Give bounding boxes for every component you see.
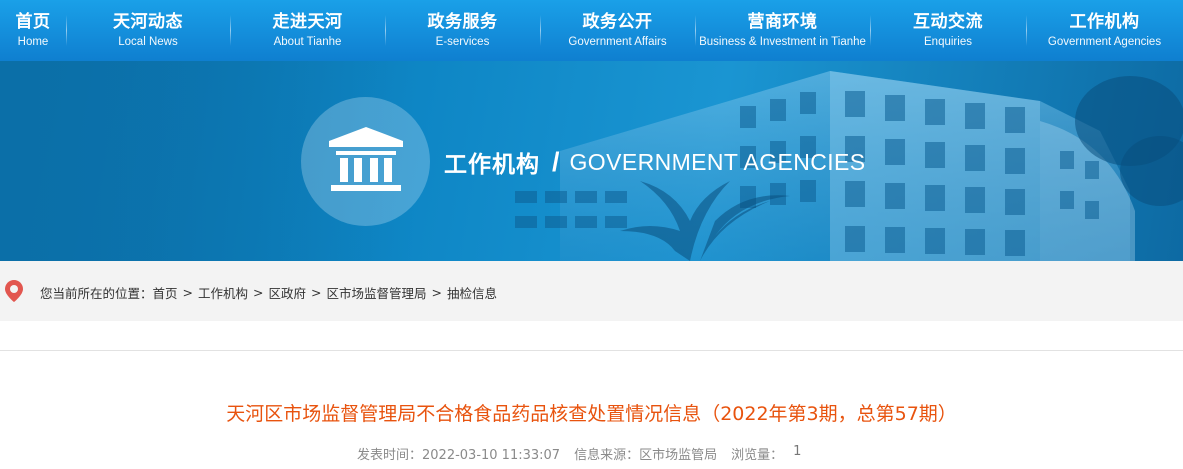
breadcrumb-separator: > bbox=[253, 285, 264, 300]
breadcrumb-separator: > bbox=[311, 285, 322, 300]
nav-label-en: About Tianhe bbox=[273, 35, 342, 48]
nav-label-zh: 首页 bbox=[15, 11, 51, 32]
page-banner: 工作机构 / GOVERNMENT AGENCIES bbox=[0, 61, 1183, 261]
nav-label-en: Business & Investment in Tianhe bbox=[699, 35, 866, 48]
banner-title-zh: 工作机构 bbox=[444, 152, 540, 178]
banner-emblem bbox=[301, 97, 430, 226]
breadcrumb-item-inspection-info[interactable]: 抽检信息 bbox=[447, 283, 497, 302]
nav-item-enquiries[interactable]: 互动交流 Enquiries bbox=[870, 0, 1026, 61]
government-building-icon bbox=[327, 126, 405, 197]
breadcrumb-prefix: 您当前所在的位置： bbox=[40, 286, 153, 301]
breadcrumb-item-district-government[interactable]: 区政府 bbox=[269, 283, 307, 302]
nav-item-home[interactable]: 首页 Home bbox=[0, 0, 66, 61]
breadcrumb-separator: > bbox=[182, 285, 194, 300]
nav-item-government-affairs[interactable]: 政务公开 Government Affairs bbox=[540, 0, 695, 61]
breadcrumb-item-home[interactable]: 首页 bbox=[153, 283, 178, 302]
nav-item-e-services[interactable]: 政务服务 E-services bbox=[385, 0, 540, 61]
article-title: 天河区市场监督管理局不合格食品药品核查处置情况信息（2022年第3期，总第57期… bbox=[226, 403, 957, 425]
breadcrumb-bar: 您当前所在的位置： 首页 > 工作机构 > 区政府 > 区市场监督管理局 > 抽… bbox=[0, 261, 1183, 321]
nav-label-zh: 工作机构 bbox=[1069, 11, 1140, 32]
banner-title-separator: / bbox=[552, 146, 560, 177]
nav-label-zh: 政务公开 bbox=[582, 11, 653, 32]
nav-item-local-news[interactable]: 天河动态 Local News bbox=[66, 0, 230, 61]
nav-label-en: Government Agencies bbox=[1047, 35, 1162, 48]
nav-label-en: Government Affairs bbox=[568, 35, 667, 48]
breadcrumb-separator: > bbox=[431, 285, 443, 300]
breadcrumb-item-agencies[interactable]: 工作机构 bbox=[198, 283, 248, 302]
nav-label-zh: 天河动态 bbox=[113, 11, 183, 32]
nav-item-government-agencies[interactable]: 工作机构 Government Agencies bbox=[1026, 0, 1183, 61]
nav-item-about-tianhe[interactable]: 走进天河 About Tianhe bbox=[230, 0, 385, 61]
banner-title-en: GOVERNMENT AGENCIES bbox=[569, 148, 866, 175]
top-nav: 首页 Home 天河动态 Local News 走进天河 About Tianh… bbox=[0, 0, 1183, 61]
nav-label-zh: 互动交流 bbox=[913, 11, 983, 32]
article-publish-time: 发表时间：2022-03-10 11:33:07 bbox=[357, 448, 561, 463]
nav-label-en: E-services bbox=[435, 35, 490, 48]
nav-label-zh: 营商环境 bbox=[747, 11, 818, 32]
breadcrumb-item-market-regulation-bureau[interactable]: 区市场监督管理局 bbox=[327, 283, 427, 302]
nav-label-en: Home bbox=[17, 35, 49, 48]
article-views-count: 1 bbox=[793, 444, 802, 459]
nav-item-business-investment[interactable]: 营商环境 Business & Investment in Tianhe bbox=[695, 0, 870, 61]
nav-label-zh: 政务服务 bbox=[427, 11, 498, 32]
nav-label-en: Enquiries bbox=[924, 35, 972, 48]
breadcrumb: 您当前所在的位置： 首页 > 工作机构 > 区政府 > 区市场监督管理局 > 抽… bbox=[40, 283, 497, 302]
nav-label-zh: 走进天河 bbox=[272, 11, 343, 32]
article-views-label: 浏览量： bbox=[731, 448, 784, 463]
content-divider bbox=[0, 350, 1183, 351]
banner-title: 工作机构 / GOVERNMENT AGENCIES bbox=[444, 146, 866, 179]
location-pin-icon bbox=[5, 280, 23, 305]
nav-label-en: Local News bbox=[118, 35, 178, 48]
article-source: 信息来源：区市场监管局 bbox=[574, 448, 718, 463]
article-meta: 发表时间：2022-03-10 11:33:07 信息来源：区市场监管局 浏览量… bbox=[357, 444, 801, 463]
